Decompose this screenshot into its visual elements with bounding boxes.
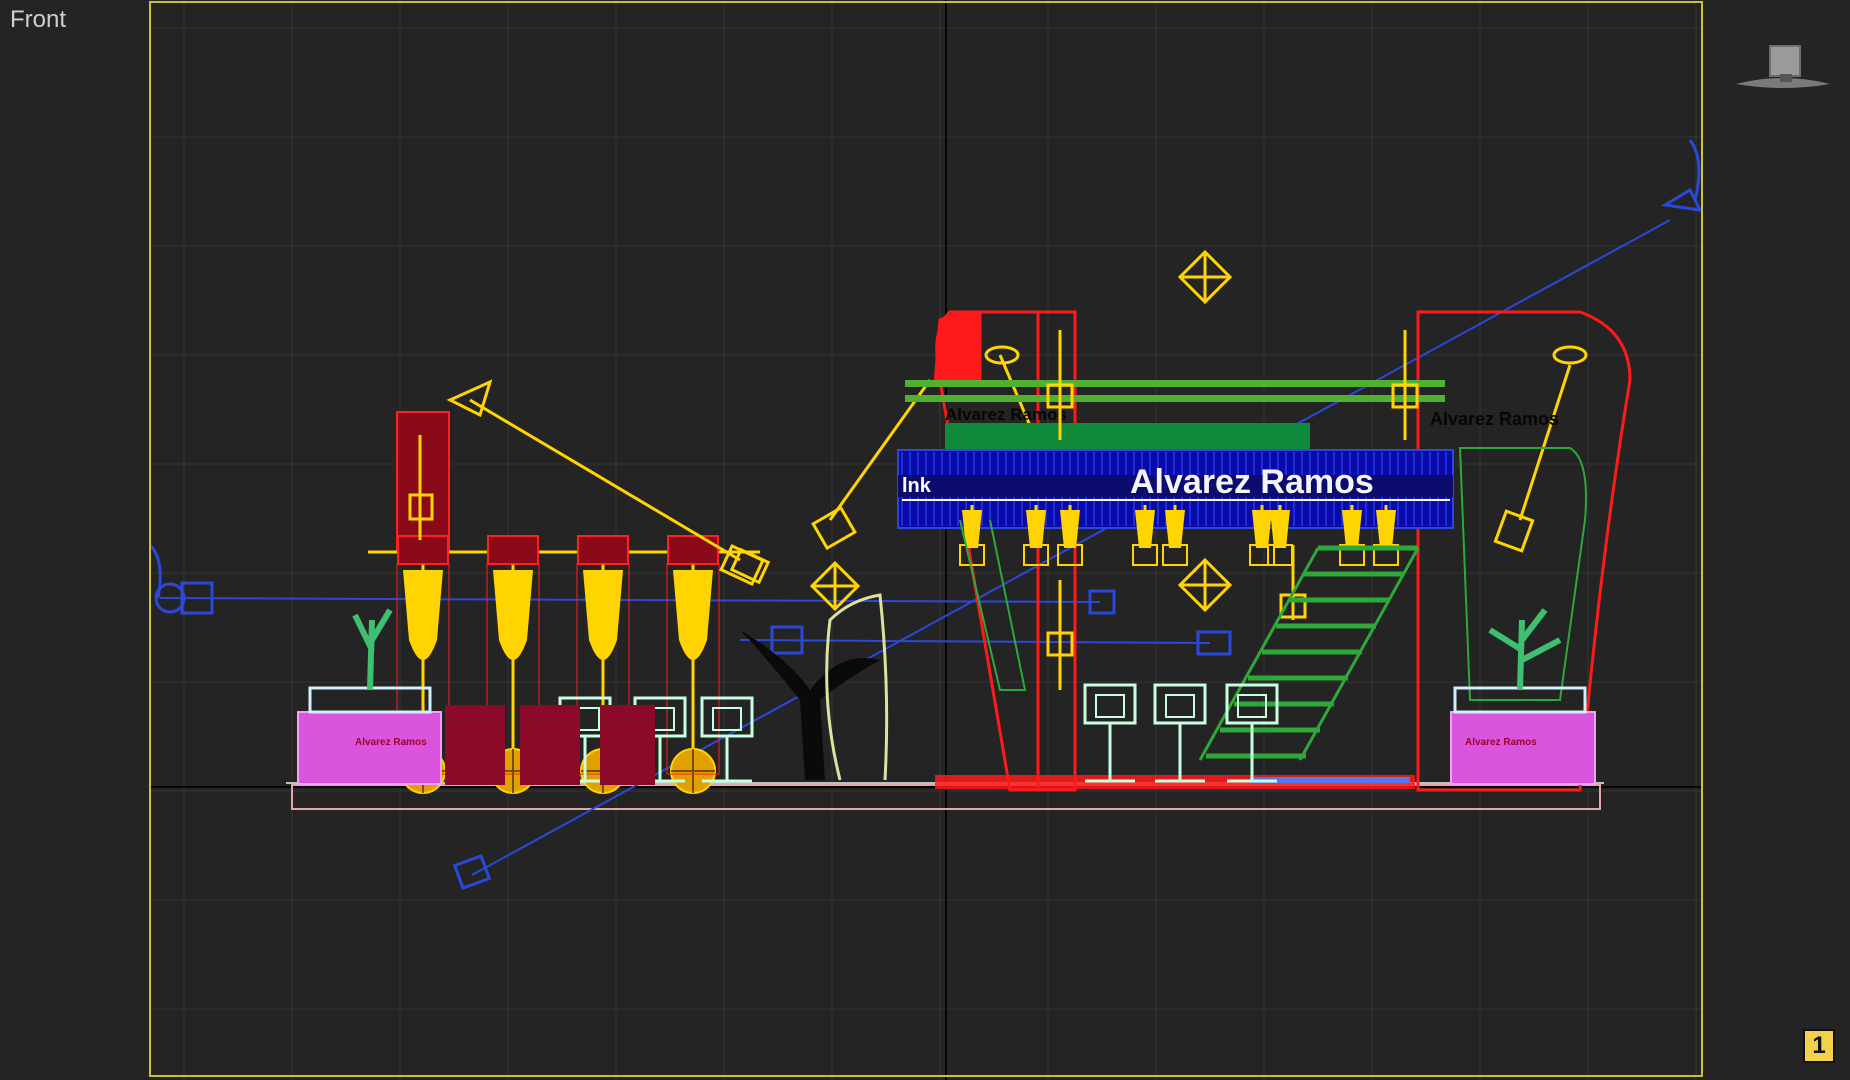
viewcube-icon[interactable] [1736, 42, 1830, 92]
layout-badge[interactable]: 1 [1803, 1029, 1835, 1063]
safe-frame [149, 1, 1703, 1077]
viewport-label[interactable]: Front [10, 6, 66, 34]
